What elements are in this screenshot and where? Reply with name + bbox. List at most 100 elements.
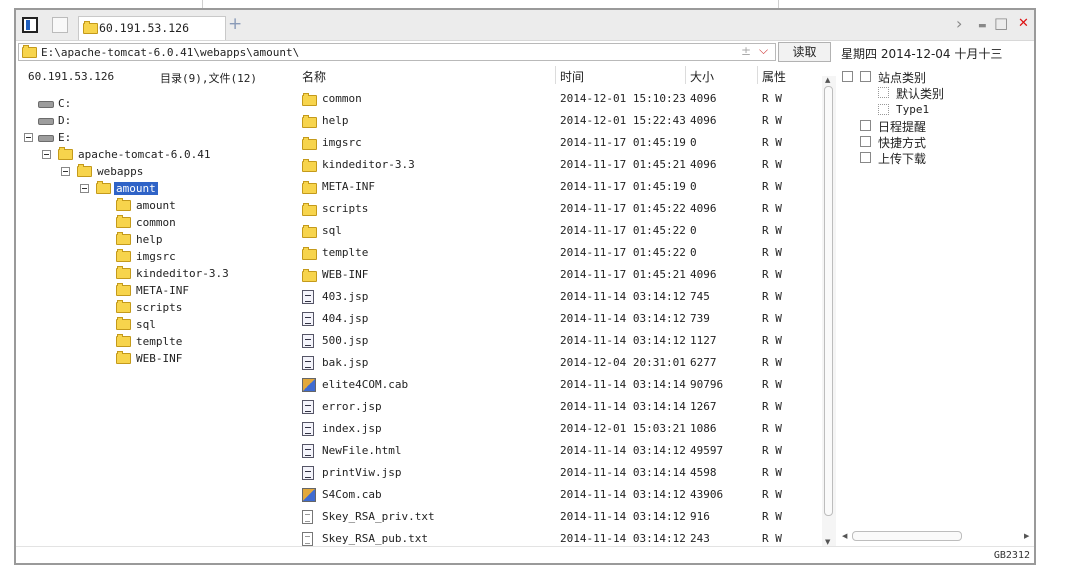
tree-item-label: common	[136, 216, 176, 229]
file-row[interactable]: index.jsp 2014-12-01 15:03:21 1086 R W	[298, 418, 818, 440]
tree-child[interactable]: help	[116, 232, 276, 248]
directory-summary: 目录(9),文件(12)	[160, 72, 257, 85]
plus-minus-icon[interactable]: ±	[741, 44, 751, 58]
tree-item-webapps[interactable]: webapps	[61, 164, 181, 180]
tree-child[interactable]: templte	[116, 334, 276, 350]
file-name: templte	[322, 246, 369, 259]
minimize-button[interactable]: ▬	[978, 21, 987, 31]
tree-child[interactable]: kindeditor-3.3	[116, 266, 276, 282]
file-row[interactable]: printViw.jsp 2014-11-14 03:14:14 4598 R W	[298, 462, 818, 484]
file-row[interactable]: elite4COM.cab 2014-11-14 03:14:14 90796 R W	[298, 374, 818, 396]
file-row[interactable]: sql 2014-11-17 01:45:22 0 R W	[298, 220, 818, 242]
scrollbar-thumb[interactable]	[824, 86, 833, 516]
collapse-toggle-icon[interactable]	[24, 133, 33, 142]
column-header-name[interactable]: 名称	[302, 68, 326, 85]
file-name: Skey_RSA_priv.txt	[322, 510, 435, 523]
scroll-up-icon[interactable]: ▲	[825, 76, 830, 84]
read-button[interactable]: 读取	[778, 42, 831, 62]
scroll-down-icon[interactable]: ▼	[825, 538, 830, 546]
file-row[interactable]: kindeditor-3.3 2014-11-17 01:45:21 4096 R W	[298, 154, 818, 176]
tree-item-tomcat[interactable]: apache-tomcat-6.0.41	[42, 147, 242, 163]
file-row[interactable]: Skey_RSA_pub.txt 2014-11-14 03:14:12 243 R …	[298, 528, 818, 546]
scroll-right-icon[interactable]: ▶	[1024, 532, 1029, 540]
collapse-toggle-icon[interactable]	[842, 71, 853, 82]
horizontal-scrollbar[interactable]: ◀ ▶	[838, 529, 1034, 543]
shortcuts-item[interactable]: 快捷方式	[860, 134, 980, 150]
tree-drive-e[interactable]: E:	[24, 131, 134, 146]
nav-arrow-icon[interactable]: ›	[956, 14, 962, 33]
file-row[interactable]: 404.jsp 2014-11-14 03:14:12 739 R W	[298, 308, 818, 330]
background-divider	[778, 0, 779, 8]
text-file-icon	[302, 532, 313, 546]
file-row[interactable]: S4Com.cab 2014-11-14 03:14:12 43906 R W	[298, 484, 818, 506]
file-row[interactable]: common 2014-12-01 15:10:23 4096 R W	[298, 88, 818, 110]
file-row[interactable]: scripts 2014-11-17 01:45:22 4096 R W	[298, 198, 818, 220]
tree-drive-c[interactable]: C:	[38, 97, 138, 112]
file-attr: R W	[762, 334, 782, 347]
file-name: Skey_RSA_pub.txt	[322, 532, 428, 545]
type1-item[interactable]: Type1	[878, 102, 998, 118]
folder-icon	[302, 137, 317, 150]
tree-child[interactable]: amount	[116, 198, 276, 214]
scrollbar-thumb[interactable]	[852, 531, 962, 541]
panel-toggle-icon[interactable]	[22, 17, 38, 33]
collapse-toggle-icon[interactable]	[42, 150, 51, 159]
file-size: 1086	[690, 422, 717, 435]
document-icon	[302, 356, 314, 370]
collapse-toggle-icon[interactable]	[61, 167, 70, 176]
column-divider[interactable]	[555, 66, 556, 84]
site-category-item[interactable]: 站点类别	[842, 69, 962, 85]
file-time: 2014-11-17 01:45:22	[560, 202, 686, 215]
document-icon	[302, 444, 314, 458]
file-row[interactable]: templte 2014-11-17 01:45:22 0 R W	[298, 242, 818, 264]
file-row[interactable]: META-INF 2014-11-17 01:45:19 0 R W	[298, 176, 818, 198]
file-row[interactable]: 403.jsp 2014-11-14 03:14:12 745 R W	[298, 286, 818, 308]
blank-tab-icon[interactable]	[52, 17, 68, 33]
column-header-size[interactable]: 大小	[690, 68, 714, 85]
tree-child[interactable]: scripts	[116, 300, 276, 316]
tree-item-amount-selected[interactable]: amount	[80, 181, 200, 197]
file-row[interactable]: Skey_RSA_priv.txt 2014-11-14 03:14:12 916 R…	[298, 506, 818, 528]
schedule-item[interactable]: 日程提醒	[860, 118, 980, 134]
file-row[interactable]: help 2014-12-01 15:22:43 4096 R W	[298, 110, 818, 132]
default-category-label: 默认类别	[896, 87, 945, 101]
tab-host[interactable]: 60.191.53.126	[78, 16, 226, 40]
tree-child[interactable]: common	[116, 215, 276, 231]
encoding-label: GB2312	[993, 550, 1030, 561]
file-size: 1127	[690, 334, 717, 347]
maximize-button[interactable]: □	[994, 14, 1008, 32]
file-row[interactable]: WEB-INF 2014-11-17 01:45:21 4096 R W	[298, 264, 818, 286]
file-row[interactable]: bak.jsp 2014-12-04 20:31:01 6277 R W	[298, 352, 818, 374]
document-icon	[302, 422, 314, 436]
tree-child[interactable]: META-INF	[116, 283, 276, 299]
upload-download-label: 上传下载	[878, 152, 927, 166]
chevron-down-icon[interactable]: ⌵	[759, 43, 768, 58]
file-attr: R W	[762, 114, 782, 127]
new-tab-button[interactable]: +	[228, 14, 242, 34]
collapse-toggle-icon[interactable]	[80, 184, 89, 193]
file-row[interactable]: imgsrc 2014-11-17 01:45:19 0 R W	[298, 132, 818, 154]
column-header-attr[interactable]: 属性	[762, 68, 786, 85]
tree-child[interactable]: sql	[116, 317, 276, 333]
file-size: 916	[690, 510, 710, 523]
vertical-scrollbar[interactable]: ▲ ▼	[822, 76, 836, 546]
folder-icon	[116, 215, 131, 228]
close-button[interactable]: ✕	[1018, 16, 1029, 31]
file-time: 2014-11-14 03:14:12	[560, 532, 686, 545]
tree-child[interactable]: WEB-INF	[116, 351, 276, 367]
address-bar[interactable]: E:\apache-tomcat-6.0.41\webapps\amount\ …	[18, 43, 776, 61]
column-header-time[interactable]: 时间	[560, 68, 584, 85]
default-category-item[interactable]: 默认类别	[878, 85, 998, 101]
scroll-left-icon[interactable]: ◀	[842, 532, 847, 540]
file-row[interactable]: error.jsp 2014-11-14 03:14:14 1267 R W	[298, 396, 818, 418]
file-row[interactable]: 500.jsp 2014-11-14 03:14:12 1127 R W	[298, 330, 818, 352]
tree-drive-d[interactable]: D:	[38, 114, 138, 129]
file-name: 403.jsp	[322, 290, 369, 303]
file-row[interactable]: NewFile.html 2014-11-14 03:14:12 49597 R W	[298, 440, 818, 462]
column-divider[interactable]	[757, 66, 758, 84]
column-divider[interactable]	[685, 66, 686, 84]
tree-child[interactable]: imgsrc	[116, 249, 276, 265]
upload-download-item[interactable]: 上传下载	[860, 150, 980, 166]
file-time: 2014-11-14 03:14:12	[560, 290, 686, 303]
file-name: error.jsp	[322, 400, 382, 413]
